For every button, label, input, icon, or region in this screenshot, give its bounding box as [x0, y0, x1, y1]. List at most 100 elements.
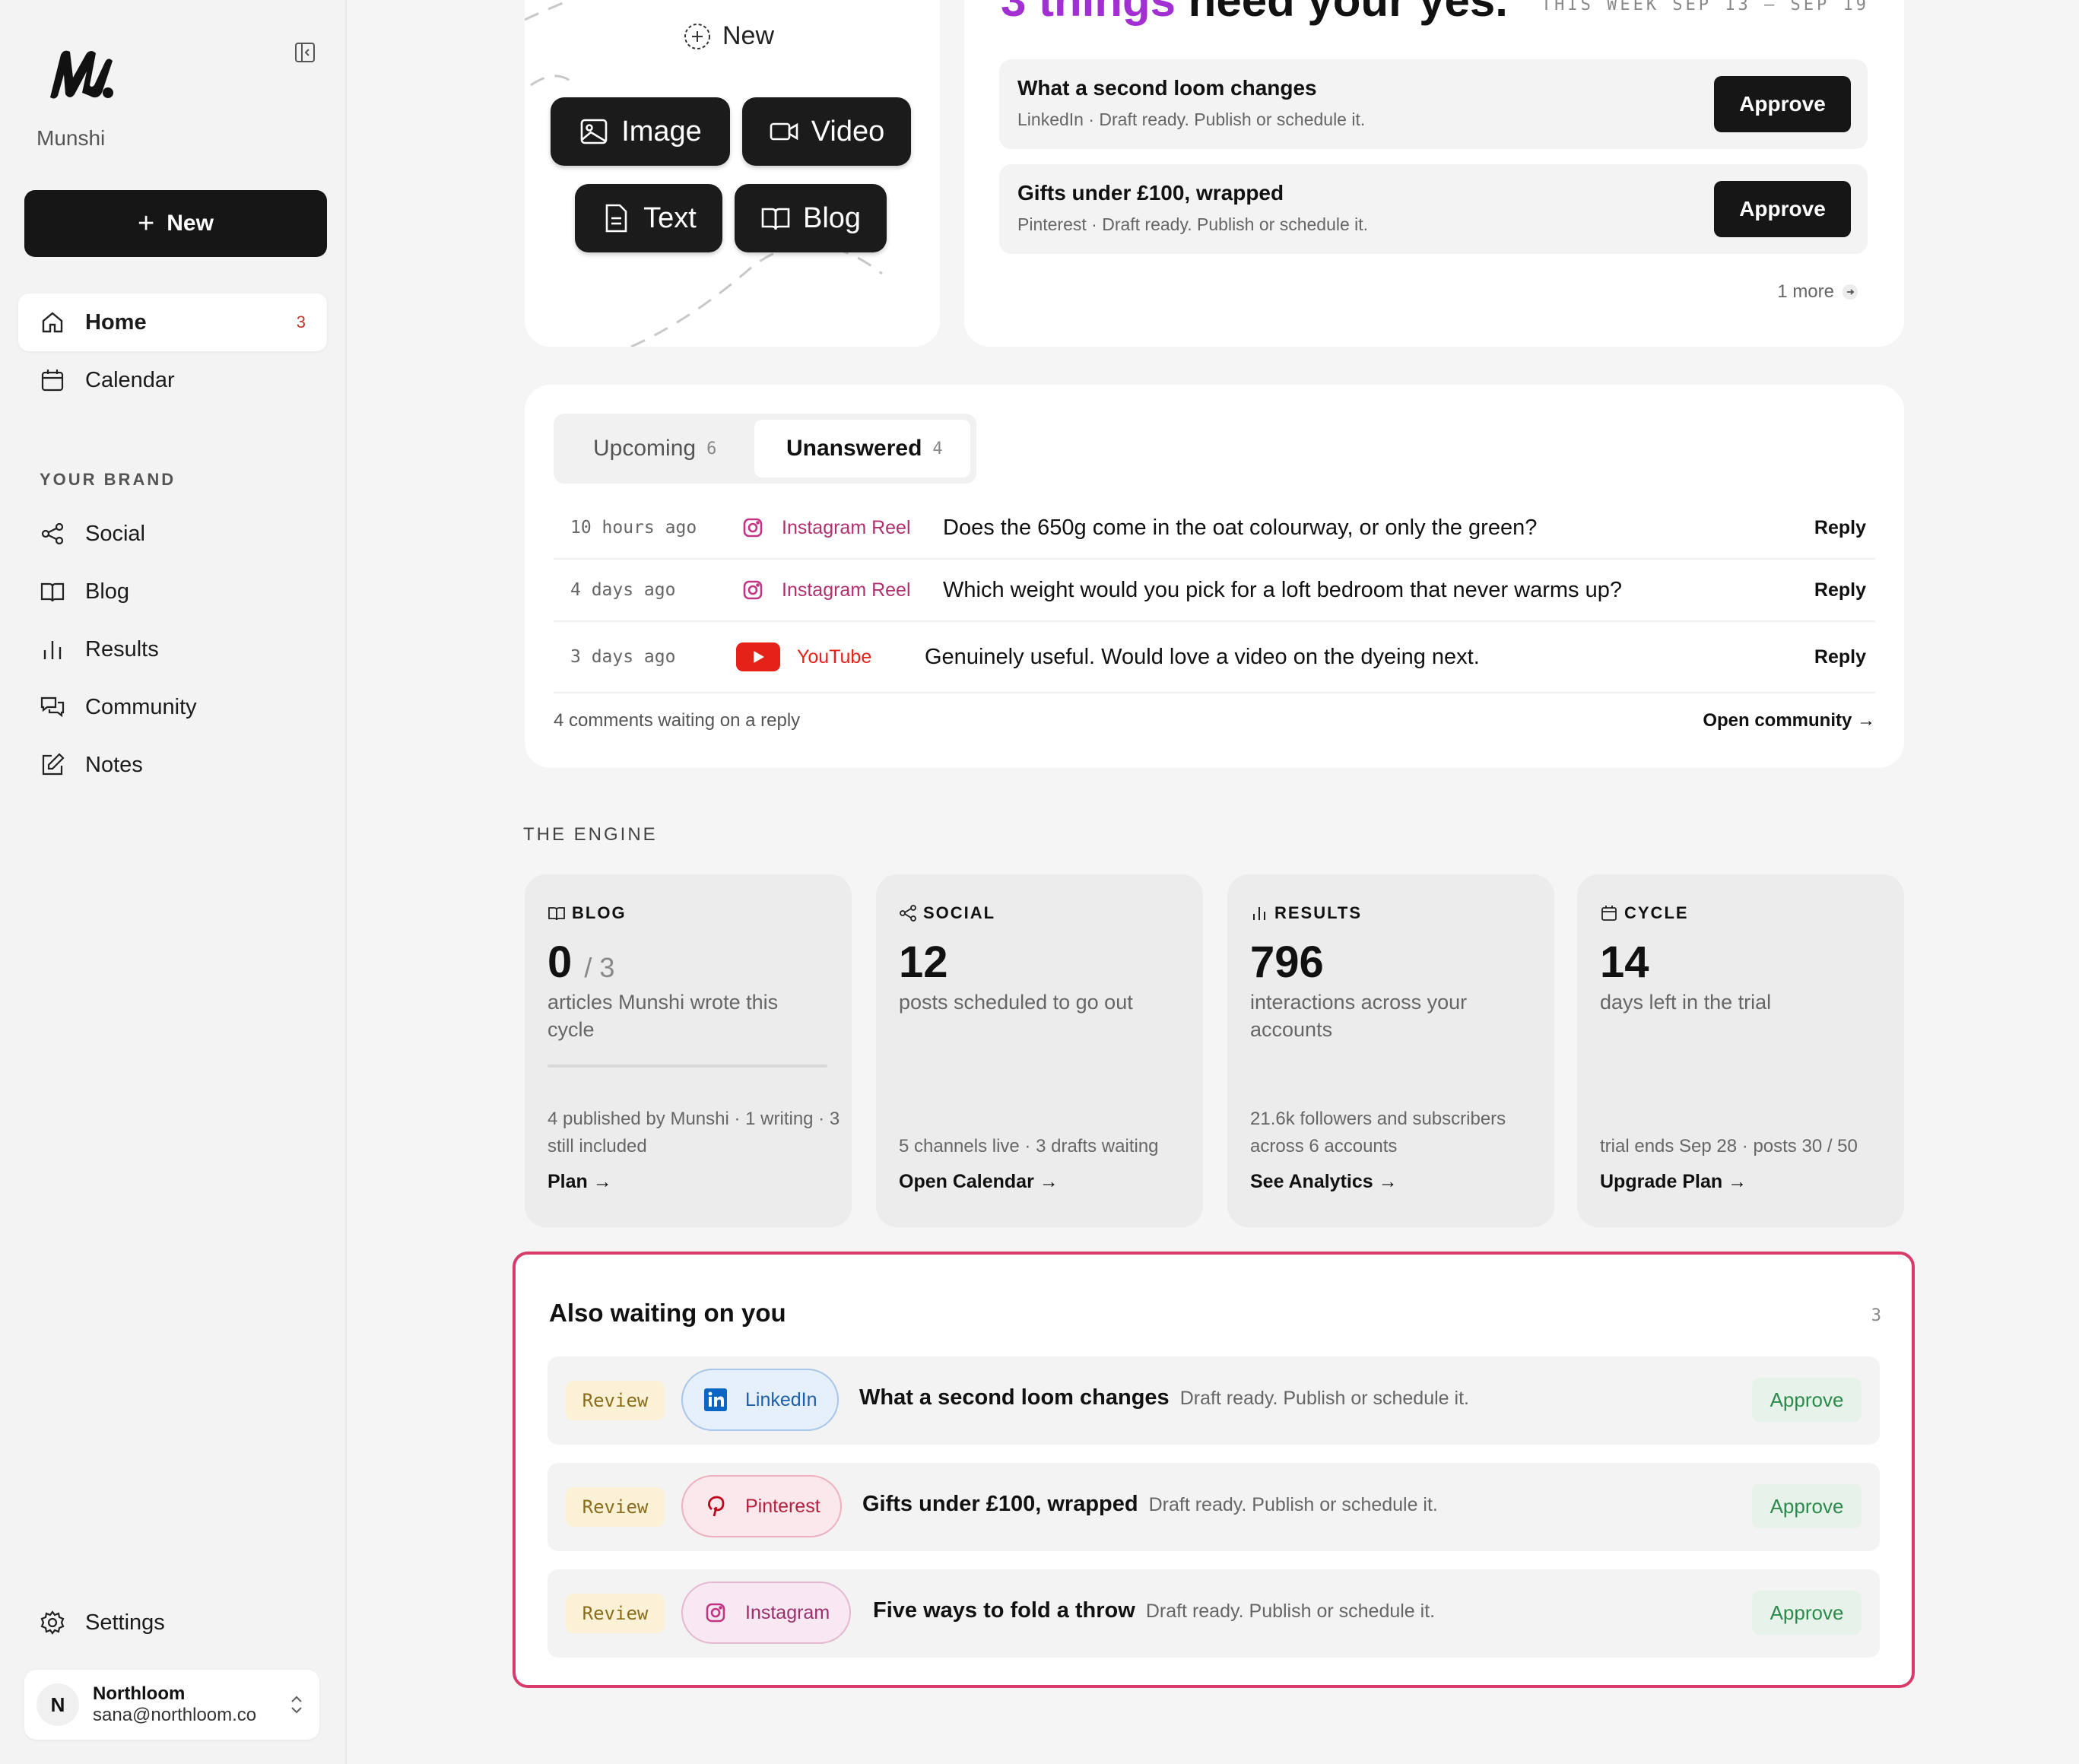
approve-button[interactable]: Approve: [1714, 76, 1851, 132]
instagram-icon: [743, 580, 763, 600]
bar-chart-icon: [1253, 907, 1265, 920]
book-icon: [40, 582, 65, 602]
needs-your-yes-card: 3 things need your yes. THIS WEEK SEP 13…: [964, 0, 1904, 347]
tab-label: Upcoming: [593, 436, 697, 461]
create-image-button[interactable]: Image: [551, 97, 730, 166]
sidebar-item-label: Calendar: [85, 367, 175, 392]
create-video-label: Video: [811, 115, 885, 148]
comments-card: Upcoming 6 Unanswered 4 10 hours ago Ins…: [525, 385, 1904, 768]
tab-upcoming[interactable]: Upcoming 6: [560, 420, 759, 477]
stat-head-label: CYCLE: [1624, 903, 1689, 922]
sidebar-item-label: Social: [85, 521, 145, 546]
comment-row: 3 days ago YouTube Genuinely useful. Wou…: [554, 622, 1875, 692]
reply-button[interactable]: Reply: [1814, 646, 1866, 668]
sidebar-item-notes[interactable]: Notes: [18, 736, 327, 794]
plus-circle-icon: [684, 23, 710, 49]
sidebar-item-settings[interactable]: Settings: [18, 1594, 327, 1651]
create-blog-button[interactable]: Blog: [735, 184, 887, 252]
platform-pill-linkedin: LinkedIn: [681, 1369, 839, 1431]
stat-head: BLOG: [548, 903, 627, 923]
platform-pill-pinterest: Pinterest: [681, 1475, 842, 1537]
create-video-button[interactable]: Video: [742, 97, 911, 166]
see-analytics-link[interactable]: See Analytics →: [1250, 1171, 1398, 1193]
brand-name: Munshi: [37, 126, 106, 150]
comment-platform: Instagram Reel: [782, 579, 911, 601]
bar-chart-icon: [43, 641, 62, 659]
sidebar-item-results[interactable]: Results: [18, 620, 327, 678]
stat-card-social: SOCIAL 12 posts scheduled to go out 5 ch…: [876, 874, 1203, 1227]
comment-text: Does the 650g come in the oat colourway,…: [943, 515, 1538, 540]
reply-button[interactable]: Reply: [1814, 517, 1866, 539]
list-item: Review LinkedIn What a second loom chang…: [548, 1356, 1880, 1445]
approve-button[interactable]: Approve: [1752, 1378, 1862, 1422]
stat-head-label: RESULTS: [1274, 903, 1363, 922]
sidebar-collapse-icon[interactable]: [294, 41, 316, 64]
stat-footnote: trial ends Sep 28 · posts 30 / 50: [1600, 1136, 1858, 1156]
create-text-button[interactable]: Text: [575, 184, 722, 252]
approve-button[interactable]: Approve: [1752, 1484, 1862, 1528]
sidebar-item-social[interactable]: Social: [18, 505, 327, 563]
approve-button[interactable]: Approve: [1714, 181, 1851, 237]
stat-card-results: RESULTS 796 interactions across your acc…: [1227, 874, 1554, 1227]
list-item-subtitle: Draft ready. Publish or schedule it.: [1179, 1388, 1469, 1409]
create-card: New Image Video Text Blog: [525, 0, 940, 347]
list-item: Review Instagram Five ways to fold a thr…: [548, 1569, 1880, 1658]
account-name: Northloom: [93, 1683, 186, 1704]
platform-pill-label: Instagram: [745, 1601, 830, 1623]
list-item-title-text: Five ways to fold a throw: [873, 1598, 1135, 1623]
need-item-title: What a second loom changes: [1017, 76, 1317, 100]
tab-unanswered[interactable]: Unanswered 4: [754, 420, 970, 477]
sidebar-item-home[interactable]: Home 3: [18, 293, 327, 351]
also-waiting-count: 3: [1871, 1306, 1881, 1325]
plan-link[interactable]: Plan →: [548, 1171, 612, 1193]
needs-title: 3 things need your yes.: [1001, 0, 1508, 27]
sidebar-item-label: Blog: [85, 579, 130, 604]
pinterest-icon: [708, 1496, 725, 1517]
create-new-label[interactable]: New: [683, 21, 774, 51]
also-waiting-title: Also waiting on you: [549, 1299, 786, 1327]
week-range: THIS WEEK SEP 13 – SEP 19: [1541, 0, 1869, 14]
need-item-subtitle: Pinterest · Draft ready. Publish or sche…: [1017, 214, 1369, 234]
progress-bar: [548, 1064, 827, 1068]
platform-pill-label: LinkedIn: [745, 1388, 817, 1410]
sidebar-item-community[interactable]: Community: [18, 678, 327, 736]
comment-time: 4 days ago: [570, 580, 676, 600]
review-badge: Review: [566, 1381, 665, 1420]
sidebar-item-label: Community: [85, 694, 197, 719]
needs-title-rest: need your yes.: [1176, 0, 1508, 26]
comment-text: Which weight would you pick for a loft b…: [943, 577, 1622, 602]
munshi-logo[interactable]: [47, 47, 116, 100]
sidebar-item-calendar[interactable]: Calendar: [18, 351, 327, 409]
plus-icon: +: [138, 207, 155, 240]
upgrade-plan-link[interactable]: Upgrade Plan →: [1600, 1171, 1747, 1193]
sidebar-item-label: Results: [85, 636, 159, 662]
stat-value: 0 / 3: [548, 937, 614, 988]
more-link[interactable]: 1 more: [1777, 281, 1858, 303]
sidebar-item-blog[interactable]: Blog: [18, 563, 327, 620]
book-icon: [761, 208, 790, 230]
calendar-icon: [41, 370, 64, 392]
tab-count: 4: [932, 439, 943, 458]
share-icon: [41, 522, 64, 545]
share-icon: [900, 905, 916, 922]
instagram-icon: [706, 1603, 725, 1623]
need-item: Gifts under £100, wrapped Pinterest · Dr…: [999, 164, 1868, 254]
stat-footnote: 4 published by Munshi · 1 writing · 3 st…: [548, 1109, 840, 1156]
youtube-icon: [736, 642, 780, 671]
stat-value: 14: [1600, 938, 1649, 987]
review-badge: Review: [566, 1594, 665, 1633]
comment-time: 3 days ago: [570, 647, 676, 667]
reply-button[interactable]: Reply: [1814, 579, 1866, 601]
list-item-subtitle: Draft ready. Publish or schedule it.: [1145, 1601, 1436, 1622]
sidebar-item-label: Notes: [85, 752, 143, 777]
new-button-label: New: [167, 211, 214, 236]
approve-button[interactable]: Approve: [1752, 1591, 1862, 1635]
open-calendar-link[interactable]: Open Calendar →: [899, 1171, 1059, 1193]
comment-row: 4 days ago Instagram Reel Which weight w…: [554, 560, 1875, 622]
open-community-link[interactable]: Open community →: [1703, 710, 1875, 731]
account-switcher[interactable]: N Northloom sana@northloom.co: [24, 1670, 319, 1740]
new-button[interactable]: + New: [24, 190, 327, 257]
comment-platform: Instagram Reel: [782, 516, 911, 538]
stat-head: CYCLE: [1600, 903, 1689, 923]
comment-time: 10 hours ago: [570, 518, 697, 538]
